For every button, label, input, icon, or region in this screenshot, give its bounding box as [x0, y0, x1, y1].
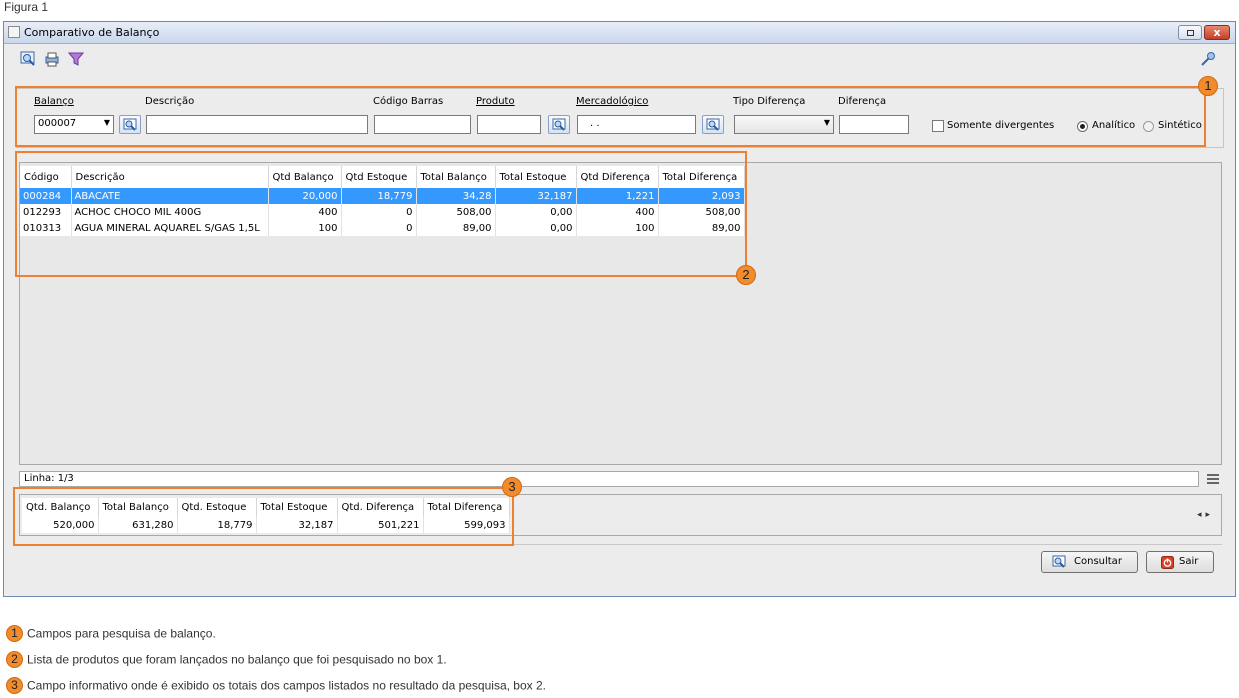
figure-label: Figura 1: [4, 0, 49, 14]
annotation-badge-2: 2: [736, 265, 756, 285]
sair-label: Sair: [1179, 556, 1199, 567]
print-icon[interactable]: [44, 51, 60, 67]
sair-button[interactable]: Sair: [1146, 551, 1214, 573]
legend-item: 1 Campos para pesquisa de balanço.: [6, 625, 216, 642]
legend-item: 2 Lista de produtos que foram lançados no…: [6, 651, 447, 668]
row-status: Linha: 1/3: [19, 471, 1199, 487]
legend-text: Campos para pesquisa de balanço.: [27, 626, 216, 641]
menu-icon[interactable]: [1207, 473, 1219, 485]
app-icon: [8, 26, 20, 38]
legend-text: Campo informativo onde é exibido os tota…: [27, 678, 546, 693]
consultar-label: Consultar: [1074, 556, 1122, 567]
annotation-badge-1: 1: [1198, 76, 1218, 96]
horizontal-scroll-arrows[interactable]: ◂▸: [1197, 510, 1214, 520]
restore-button[interactable]: [1178, 25, 1202, 40]
legend-number: 1: [6, 625, 23, 642]
legend-item: 3 Campo informativo onde é exibido os tot…: [6, 677, 546, 694]
annotation-badge-3: 3: [502, 477, 522, 497]
legend-text: Lista de produtos que foram lançados no …: [27, 652, 447, 667]
annotation-box-1: [15, 86, 1206, 147]
close-button[interactable]: x: [1204, 25, 1230, 40]
legend-number: 3: [6, 677, 23, 694]
annotation-box-2: [15, 151, 747, 277]
key-icon[interactable]: [1200, 51, 1216, 67]
search-icon: [1052, 555, 1066, 568]
filter-icon[interactable]: [68, 51, 84, 67]
title-bar: Comparativo de Balanço x: [4, 22, 1235, 44]
window-title: Comparativo de Balanço: [24, 26, 160, 39]
annotation-box-3: [13, 487, 514, 546]
search-icon[interactable]: [20, 51, 36, 67]
legend-number: 2: [6, 651, 23, 668]
restore-icon: [1187, 30, 1194, 36]
power-icon: [1161, 556, 1174, 569]
consultar-button[interactable]: Consultar: [1041, 551, 1138, 573]
